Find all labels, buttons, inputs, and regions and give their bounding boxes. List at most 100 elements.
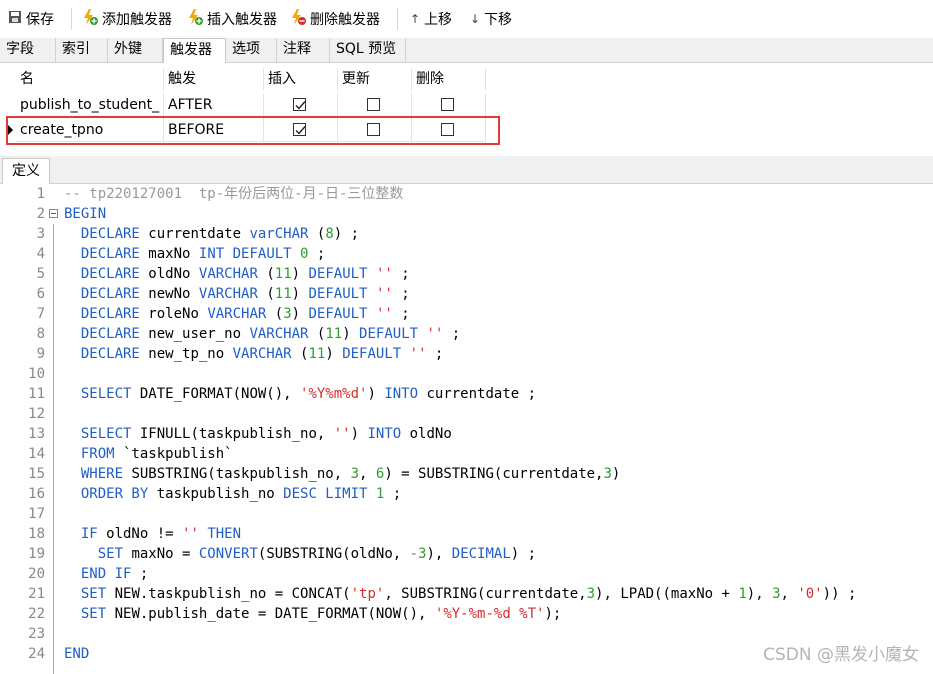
tab-comments[interactable]: 注释 — [277, 38, 330, 62]
save-label: 保存 — [26, 12, 54, 28]
code-token: oldNo — [139, 266, 199, 282]
code-token: ) — [291, 306, 309, 322]
code-token: IF — [80, 526, 98, 542]
fold-toggle-icon[interactable] — [49, 209, 58, 218]
code-token: NEW.publish_date = DATE_FORMAT(NOW(), — [106, 606, 435, 622]
move-down-button[interactable]: ↓ 下移 — [470, 8, 512, 30]
tab-sql-preview[interactable]: SQL 预览 — [330, 38, 406, 62]
code-token: SET — [80, 586, 107, 602]
code-token: '0' — [797, 586, 823, 602]
code-token: , SUBSTRING(currentdate, — [384, 586, 587, 602]
code-line[interactable]: 9 DECLARE new_tp_no VARCHAR (11) DEFAULT… — [0, 344, 933, 364]
arrow-down-icon: ↓ — [470, 12, 481, 26]
code-line[interactable]: 14 FROM `taskpublish` — [0, 444, 933, 464]
move-up-button[interactable]: ↑ 上移 — [410, 8, 452, 30]
code-line[interactable]: 1 -- tp220127001 tp-年份后两位-月-日-三位整数 — [0, 184, 933, 204]
code-line[interactable]: 13 SELECT IFNULL(taskpublish_no, '') INT… — [0, 424, 933, 444]
code-token: ), LPAD((maxNo + — [595, 586, 739, 602]
code-token: 3 — [350, 466, 360, 482]
code-text: SET NEW.publish_date = DATE_FORMAT(NOW()… — [64, 604, 561, 624]
code-token: ; — [131, 566, 149, 582]
insert-checkbox[interactable] — [293, 98, 306, 111]
code-line[interactable]: 5 DECLARE oldNo VARCHAR (11) DEFAULT '' … — [0, 264, 933, 284]
insert-trigger-button[interactable]: 插入触发器 — [187, 8, 277, 30]
code-token: )) ; — [822, 586, 857, 602]
code-text: SELECT IFNULL(taskpublish_no, '') INTO o… — [64, 424, 452, 444]
code-token: currentdate ; — [418, 386, 537, 402]
code-line[interactable]: 6 DECLARE newNo VARCHAR (11) DEFAULT '' … — [0, 284, 933, 304]
code-token: ; — [308, 246, 326, 262]
code-token: ) = SUBSTRING(currentdate, — [384, 466, 604, 482]
move-up-label: 上移 — [424, 12, 453, 28]
code-token: maxNo — [139, 246, 199, 262]
code-line[interactable]: 3 DECLARE currentdate varCHAR (8) ; — [0, 224, 933, 244]
tab-definition[interactable]: 定义 — [2, 158, 50, 184]
code-editor[interactable]: 1 -- tp220127001 tp-年份后两位-月-日-三位整数 2 BEGIN 3… — [0, 184, 933, 674]
tab-indexes[interactable]: 索引 — [56, 38, 108, 62]
update-checkbox[interactable] — [367, 98, 380, 111]
tab-foreign-keys[interactable]: 外键 — [108, 38, 163, 62]
column-header-insert[interactable]: 插入 — [264, 68, 338, 90]
code-line[interactable]: 2 BEGIN — [0, 204, 933, 224]
code-token: ) — [611, 466, 621, 482]
code-line[interactable]: 11 SELECT DATE_FORMAT(NOW(), '%Y%m%d') I… — [0, 384, 933, 404]
trigger-name-cell[interactable]: publish_to_student_ — [16, 93, 164, 117]
selected-row-highlight — [6, 116, 500, 145]
line-number: 16 — [28, 486, 45, 502]
line-number: 20 — [28, 566, 45, 582]
code-token: currentdate — [139, 226, 250, 242]
code-line[interactable]: 15 WHERE SUBSTRING(taskpublish_no, 3, 6)… — [0, 464, 933, 484]
code-line[interactable]: 18 IF oldNo != '' THEN — [0, 524, 933, 544]
code-line[interactable]: 10 — [0, 364, 933, 384]
delete-trigger-label: 删除触发器 — [310, 12, 380, 28]
code-line[interactable]: 22 SET NEW.publish_date = DATE_FORMAT(NO… — [0, 604, 933, 624]
code-token: ), — [426, 546, 452, 562]
tab-fields[interactable]: 字段 — [0, 38, 56, 62]
code-token: SUBSTRING(taskpublish_no, — [123, 466, 351, 482]
save-button[interactable]: 保存 — [8, 8, 54, 30]
column-header-update[interactable]: 更新 — [338, 68, 412, 90]
add-trigger-button[interactable]: 添加触发器 — [82, 8, 172, 30]
line-number: 19 — [28, 546, 45, 562]
code-line[interactable]: 17 — [0, 504, 933, 524]
code-line[interactable]: 7 DECLARE roleNo VARCHAR (3) DEFAULT '' … — [0, 304, 933, 324]
code-token: ) ; — [510, 546, 537, 562]
code-line[interactable]: 19 SET maxNo = CONVERT(SUBSTRING(oldNo, … — [0, 544, 933, 564]
code-line[interactable]: 12 — [0, 404, 933, 424]
code-line[interactable]: 16 ORDER BY taskpublish_no DESC LIMIT 1 … — [0, 484, 933, 504]
code-token: -3 — [409, 546, 427, 562]
column-header-name[interactable]: 名 — [16, 68, 164, 90]
code-text: IF oldNo != '' THEN — [64, 524, 241, 544]
code-line[interactable]: 20 END IF ; — [0, 564, 933, 584]
column-header-timing[interactable]: 触发 — [164, 68, 264, 90]
code-line[interactable]: 21 SET NEW.taskpublish_no = CONCAT('tp',… — [0, 584, 933, 604]
code-token: DECLARE — [80, 326, 140, 342]
trigger-timing-cell[interactable]: AFTER — [164, 93, 264, 117]
code-token: WHERE — [80, 466, 124, 482]
code-token: ; — [392, 266, 410, 282]
code-line[interactable]: 4 DECLARE maxNo INT DEFAULT 0 ; — [0, 244, 933, 264]
delete-trigger-icon — [290, 9, 306, 29]
code-token: 11 — [274, 286, 292, 302]
code-token: SELECT — [80, 386, 132, 402]
column-header-delete[interactable]: 删除 — [412, 68, 486, 90]
code-token: ( — [257, 266, 275, 282]
tab-options[interactable]: 选项 — [226, 38, 277, 62]
delete-checkbox[interactable] — [441, 98, 454, 111]
delete-trigger-button[interactable]: 删除触发器 — [290, 8, 380, 30]
line-number: 5 — [36, 266, 45, 282]
code-token: '' — [182, 526, 199, 542]
code-token: ( — [308, 326, 326, 342]
code-text: SET maxNo = CONVERT(SUBSTRING(oldNo, -3)… — [64, 544, 536, 564]
code-line[interactable]: 8 DECLARE new_user_no VARCHAR (11) DEFAU… — [0, 324, 933, 344]
tab-triggers[interactable]: 触发器 — [163, 38, 226, 63]
move-down-label: 下移 — [484, 12, 513, 28]
